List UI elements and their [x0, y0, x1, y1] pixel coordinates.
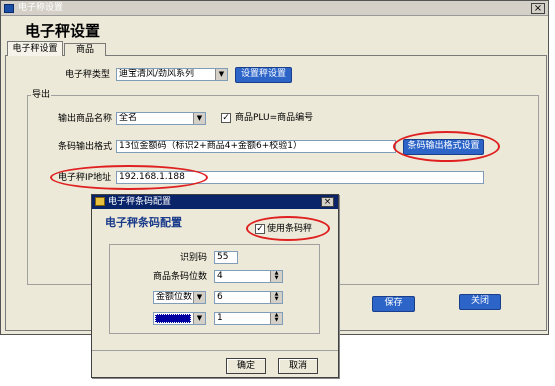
dialog-close-button[interactable]: ×: [321, 197, 334, 207]
identifier-label: 识别码: [180, 253, 208, 263]
page-title: 电子秤设置: [25, 22, 101, 40]
amount-digits-spinner[interactable]: 6 ▲ ▼: [214, 291, 283, 304]
amount-digits-select[interactable]: 金额位数 ▼: [153, 291, 206, 304]
main-title-bar: 电子称设置 ×: [1, 1, 548, 16]
chevron-down-icon[interactable]: ▼: [193, 313, 205, 324]
product-name-value: 全名: [119, 113, 138, 123]
tab-scale-settings[interactable]: 电子秤设置: [7, 41, 63, 56]
scale-type-label: 电子秤类型: [65, 70, 111, 80]
scale-type-value: 迪宝清风/劲风系列: [119, 69, 195, 79]
chevron-down-icon[interactable]: ▼: [215, 69, 227, 80]
scale-type-select[interactable]: 迪宝清风/劲风系列 ▼: [116, 68, 228, 81]
plu-checkbox-label: 商品PLU=商品编号: [235, 113, 314, 123]
identifier-input[interactable]: 55: [214, 251, 238, 264]
product-name-select[interactable]: 全名 ▼: [116, 112, 206, 125]
ok-button[interactable]: 确定: [226, 358, 266, 374]
selected-swatch: [155, 314, 191, 323]
amount-digits-value: 6: [217, 292, 223, 302]
barcode-format-field[interactable]: 13位金额码（标识2+商品4+金额6+校验1）: [116, 140, 396, 153]
spinner-arrows-icon[interactable]: ▲ ▼: [270, 313, 282, 324]
barcode-format-label: 条码输出格式: [58, 142, 113, 152]
chevron-down-icon[interactable]: ▼: [193, 292, 205, 303]
close-button[interactable]: 关闭: [459, 294, 501, 310]
dialog-heading: 电子秤条码配置: [105, 216, 182, 229]
product-digits-label: 商品条码位数: [153, 272, 208, 282]
dialog-title: 电子秤条码配置: [108, 197, 172, 207]
highlight-ellipse-use-barcode: [246, 216, 330, 241]
dialog-app-icon: [95, 197, 105, 206]
app-icon: [4, 4, 14, 13]
extra-field-select[interactable]: ▼: [153, 312, 206, 325]
export-group-label: 导出: [31, 89, 52, 101]
product-name-label: 输出商品名称: [58, 114, 113, 124]
dialog-title-bar: 电子秤条码配置 ×: [92, 195, 338, 209]
spinner-arrows-icon[interactable]: ▲ ▼: [270, 271, 282, 282]
plu-checkbox[interactable]: ✓: [221, 113, 231, 123]
window-title: 电子称设置: [18, 3, 64, 13]
product-digits-spinner[interactable]: 4 ▲ ▼: [214, 270, 283, 283]
dialog-separator: [92, 350, 338, 351]
cancel-button[interactable]: 取消: [278, 358, 318, 374]
amount-digits-select-value: 金额位数: [156, 292, 193, 302]
spinner-arrows-icon[interactable]: ▲ ▼: [270, 292, 282, 303]
save-button[interactable]: 保存: [372, 296, 415, 312]
extra-digits-value: 1: [217, 313, 223, 323]
highlight-ellipse-ip-label: [50, 165, 208, 190]
tab-products[interactable]: 商品: [64, 43, 106, 56]
window-close-button[interactable]: ×: [531, 3, 545, 14]
product-digits-value: 4: [217, 271, 223, 281]
highlight-ellipse-format-button: [393, 131, 500, 162]
extra-digits-spinner[interactable]: 1 ▲ ▼: [214, 312, 283, 325]
chevron-down-icon[interactable]: ▼: [193, 113, 205, 124]
scale-settings-button[interactable]: 设置秤设置: [235, 67, 292, 83]
